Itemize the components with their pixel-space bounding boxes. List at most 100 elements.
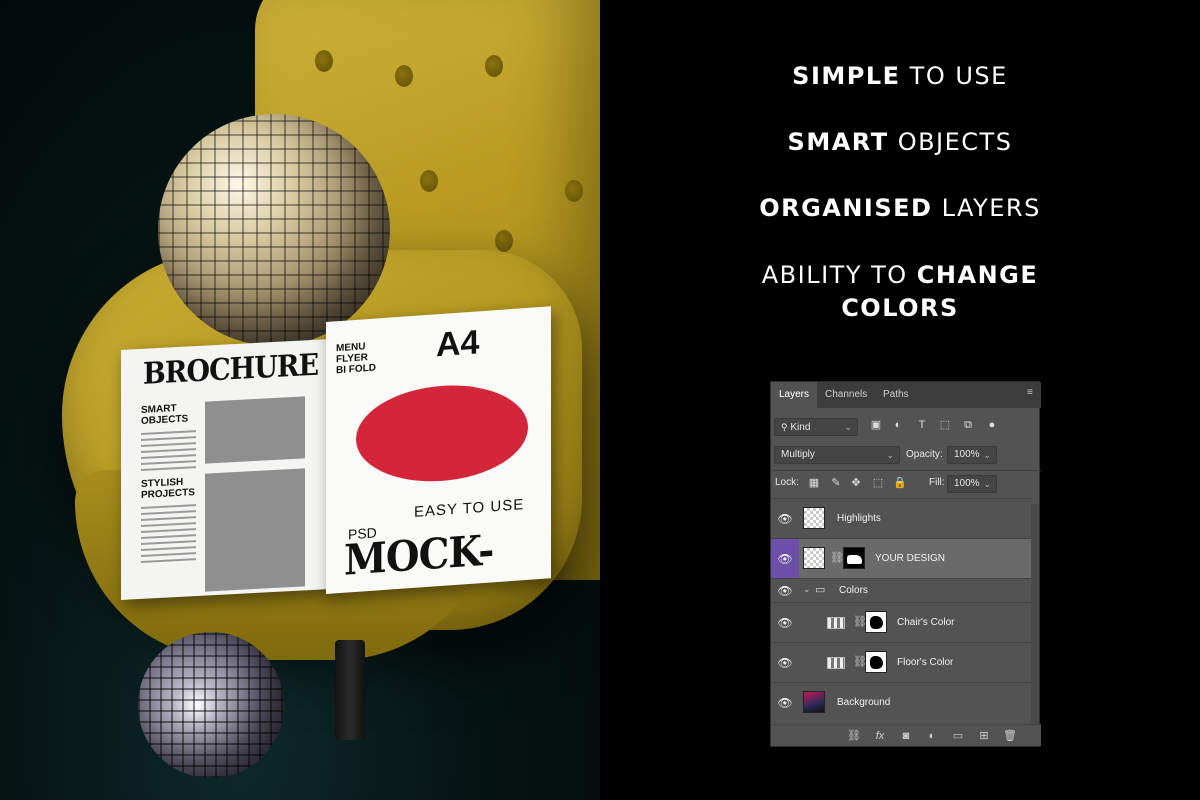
- chevron-down-icon: ⌄: [844, 422, 852, 432]
- blend-mode-select[interactable]: Multiply ⌄: [774, 446, 900, 464]
- layer-mask-thumbnail: [865, 611, 887, 633]
- scrollbar[interactable]: [1031, 504, 1039, 726]
- feature-colors: ABILITY TO CHANGE COLORS: [600, 259, 1200, 325]
- eye-icon[interactable]: 👁: [771, 499, 799, 538]
- smart-object-thumbnail: [803, 547, 825, 569]
- pixel-filter-icon[interactable]: ▣: [869, 418, 883, 432]
- tab-channels[interactable]: Channels: [817, 382, 875, 408]
- feature-simple: SIMPLE TO USE: [600, 62, 1200, 90]
- lock-artboard-icon[interactable]: ⬚: [871, 476, 885, 490]
- smart-object-filter-icon[interactable]: ⧉: [961, 418, 975, 432]
- layer-name: Floor's Color: [897, 657, 954, 668]
- layer-group-colors[interactable]: 👁 ⌄ ▭ Colors: [771, 578, 1033, 602]
- filter-row: ⚲ Kind ⌄ ▣ ◐ T ⬚ ⧉ ●: [771, 418, 1041, 438]
- layer-background[interactable]: 👁 Background: [771, 682, 1033, 722]
- chair-tuft: [485, 55, 503, 77]
- lock-position-icon[interactable]: ✥: [849, 476, 863, 490]
- fill-label: Fill:: [929, 477, 945, 488]
- lock-all-icon[interactable]: 🔒: [893, 476, 907, 490]
- easy-to-use-label: EASY TO USE: [414, 496, 525, 521]
- body-text-lines: [141, 430, 196, 475]
- image-placeholder: [205, 396, 305, 464]
- adjustment-layer-icon: [827, 657, 845, 669]
- brochure-title: BROCHURE: [143, 347, 319, 392]
- layer-name: Colors: [839, 585, 868, 596]
- opacity-input[interactable]: 100% ⌄: [947, 446, 997, 464]
- stylish-projects-heading: STYLISH PROJECTS: [141, 476, 195, 501]
- fill-value: 100%: [954, 478, 980, 489]
- image-placeholder: [205, 468, 305, 592]
- link-layers-icon[interactable]: ⛓: [847, 729, 861, 743]
- lock-label: Lock:: [775, 477, 799, 488]
- chair-tuft: [495, 230, 513, 252]
- layer-thumbnail: [803, 507, 825, 529]
- brochure-left-panel: BROCHURE SMART OBJECTS STYLISH PROJECTS: [121, 338, 331, 600]
- layer-name: Chair's Color: [897, 617, 955, 628]
- shape-filter-icon[interactable]: ⬚: [938, 418, 952, 432]
- add-mask-icon[interactable]: ◙: [899, 729, 913, 743]
- chevron-down-icon: ⌄: [983, 479, 991, 489]
- brochure-mockup: BROCHURE SMART OBJECTS STYLISH PROJECTS …: [121, 306, 551, 600]
- link-icon[interactable]: ⛓: [830, 551, 844, 564]
- filter-kind-select[interactable]: ⚲ Kind ⌄: [774, 418, 858, 436]
- layer-floors-color[interactable]: 👁 ⛓ Floor's Color: [771, 642, 1033, 682]
- feature-smart: SMART OBJECTS: [600, 128, 1200, 156]
- feature-list: SIMPLE TO USE SMART OBJECTS ORGANISED LA…: [600, 0, 1200, 380]
- lock-transparent-icon[interactable]: ▦: [807, 476, 821, 490]
- feature-bold: SMART: [787, 128, 889, 156]
- feature-bold-line2: COLORS: [841, 294, 959, 322]
- folder-icon: ▭: [815, 584, 826, 596]
- disco-ball-small: [138, 632, 284, 778]
- feature-prefix: ABILITY TO: [761, 261, 917, 289]
- objects-heading-line: OBJECTS: [141, 413, 189, 427]
- feature-rest: OBJECTS: [888, 128, 1013, 156]
- opacity-label: Opacity:: [906, 449, 943, 460]
- layer-chairs-color[interactable]: 👁 ⛓ Chair's Color: [771, 602, 1033, 642]
- disco-ball-large: [158, 114, 390, 346]
- feature-bold: ORGANISED: [759, 194, 933, 222]
- panel-tabs: Layers Channels Paths ≡: [771, 382, 1041, 408]
- layer-highlights[interactable]: 👁 Highlights: [771, 498, 1033, 538]
- chair-tuft: [395, 65, 413, 87]
- new-group-icon[interactable]: ▭: [951, 729, 965, 743]
- eye-icon[interactable]: 👁: [771, 603, 799, 642]
- adjustment-filter-icon[interactable]: ◐: [891, 418, 905, 432]
- smart-objects-heading: SMART OBJECTS: [141, 402, 189, 427]
- chevron-down-icon[interactable]: ⌄: [803, 584, 811, 595]
- mockup-title: MOCK-UP: [344, 525, 494, 594]
- eye-icon[interactable]: 👁: [771, 539, 799, 578]
- panel-menu-icon[interactable]: ≡: [1027, 388, 1037, 398]
- blend-row: Multiply ⌄ Opacity: 100% ⌄: [771, 446, 1041, 466]
- type-filter-icon[interactable]: T: [915, 418, 929, 432]
- red-oval-graphic: [356, 379, 528, 487]
- eye-icon[interactable]: 👁: [771, 643, 799, 682]
- chevron-down-icon: ⌄: [886, 450, 894, 460]
- tab-layers[interactable]: Layers: [771, 382, 818, 408]
- feature-bold: CHANGE: [916, 261, 1039, 289]
- feature-rest: LAYERS: [932, 194, 1041, 222]
- body-text-lines: [141, 504, 196, 567]
- filter-toggle-icon[interactable]: ●: [985, 418, 999, 432]
- lock-image-icon[interactable]: ✎: [829, 476, 843, 490]
- product-photo: BROCHURE SMART OBJECTS STYLISH PROJECTS …: [0, 0, 600, 800]
- tab-paths[interactable]: Paths: [875, 382, 917, 408]
- new-layer-icon[interactable]: ⊞: [977, 729, 991, 743]
- bifold-label: BI FOLD: [336, 362, 376, 377]
- lock-row: Lock: ▦ ✎ ✥ ⬚ 🔒 Fill: 100% ⌄: [771, 474, 1041, 494]
- layer-your-design[interactable]: 👁 ⛓ YOUR DESIGN: [771, 538, 1033, 578]
- blend-mode-value: Multiply: [781, 449, 815, 460]
- projects-heading-line: PROJECTS: [141, 487, 195, 501]
- opacity-value: 100%: [954, 449, 980, 460]
- eye-icon[interactable]: 👁: [771, 683, 799, 722]
- layer-name: YOUR DESIGN: [875, 553, 946, 564]
- trash-icon[interactable]: 🗑: [1003, 729, 1017, 743]
- fx-icon[interactable]: fx: [873, 729, 887, 743]
- panel-bottom-toolbar: ⛓ fx ◙ ◐ ▭ ⊞ 🗑: [771, 724, 1041, 746]
- divider: [771, 470, 1041, 471]
- fill-input[interactable]: 100% ⌄: [947, 475, 997, 493]
- layer-name: Background: [837, 697, 891, 708]
- adjustment-layer-icon[interactable]: ◐: [925, 729, 939, 743]
- search-icon: ⚲: [781, 422, 788, 432]
- chair-tuft: [565, 180, 583, 202]
- eye-icon[interactable]: 👁: [771, 579, 799, 603]
